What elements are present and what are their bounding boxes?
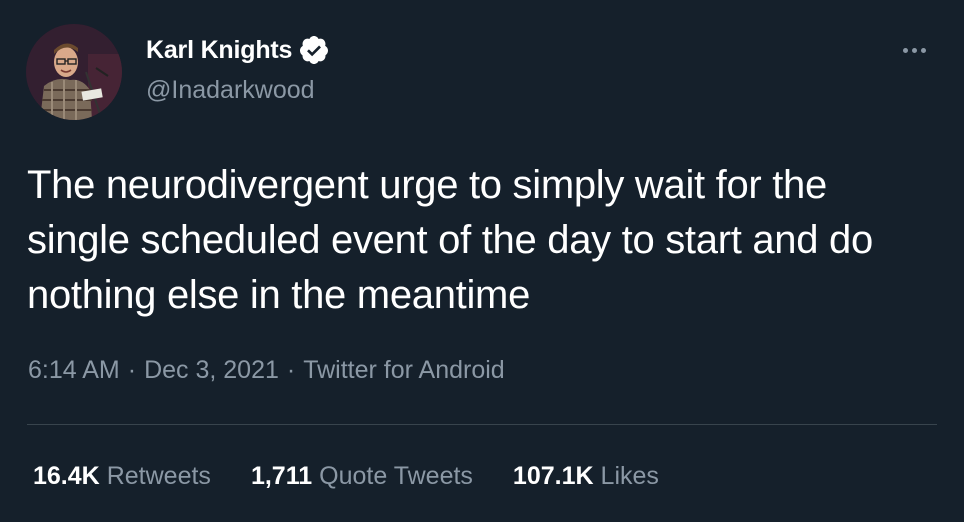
quote-tweets-label: Quote Tweets [319,462,473,490]
tweet-date[interactable]: Dec 3, 2021 [144,356,279,384]
verified-badge-icon [298,34,330,66]
quote-tweets-count: 1,711 [250,462,313,490]
likes-stat[interactable]: 107.1K Likes [513,458,659,494]
retweets-stat[interactable]: 16.4K Retweets [33,458,211,494]
retweets-count: 16.4K [33,462,100,490]
meta-separator: · [286,356,296,384]
more-options-icon[interactable] [894,36,934,64]
author-display-name[interactable]: Karl Knights [146,32,292,68]
tweet-stats: 16.4K Retweets 1,711 Quote Tweets 107.1K Li… [33,458,699,494]
divider [27,424,937,425]
tweet-source-link[interactable]: Twitter for Android [303,356,504,384]
tweet-text: The neurodivergent urge to simply wait f… [27,163,873,317]
likes-count: 107.1K [512,462,594,490]
tweet-time[interactable]: 6:14 AM [28,356,120,384]
meta-separator: · [127,356,137,384]
likes-label: Likes [600,462,659,490]
tweet-card: Karl Knights @Inadarkwood The neurodiver… [0,0,964,522]
quote-tweets-stat[interactable]: 1,711 Quote Tweets [251,458,473,494]
tweet-metadata: 6:14 AM · Dec 3, 2021 · Twitter for Android [28,352,505,388]
avatar[interactable] [26,24,122,120]
author-name-row[interactable]: Karl Knights [146,32,330,68]
avatar-image [26,24,122,120]
retweets-label: Retweets [106,462,211,490]
author-handle[interactable]: @Inadarkwood [146,72,315,108]
